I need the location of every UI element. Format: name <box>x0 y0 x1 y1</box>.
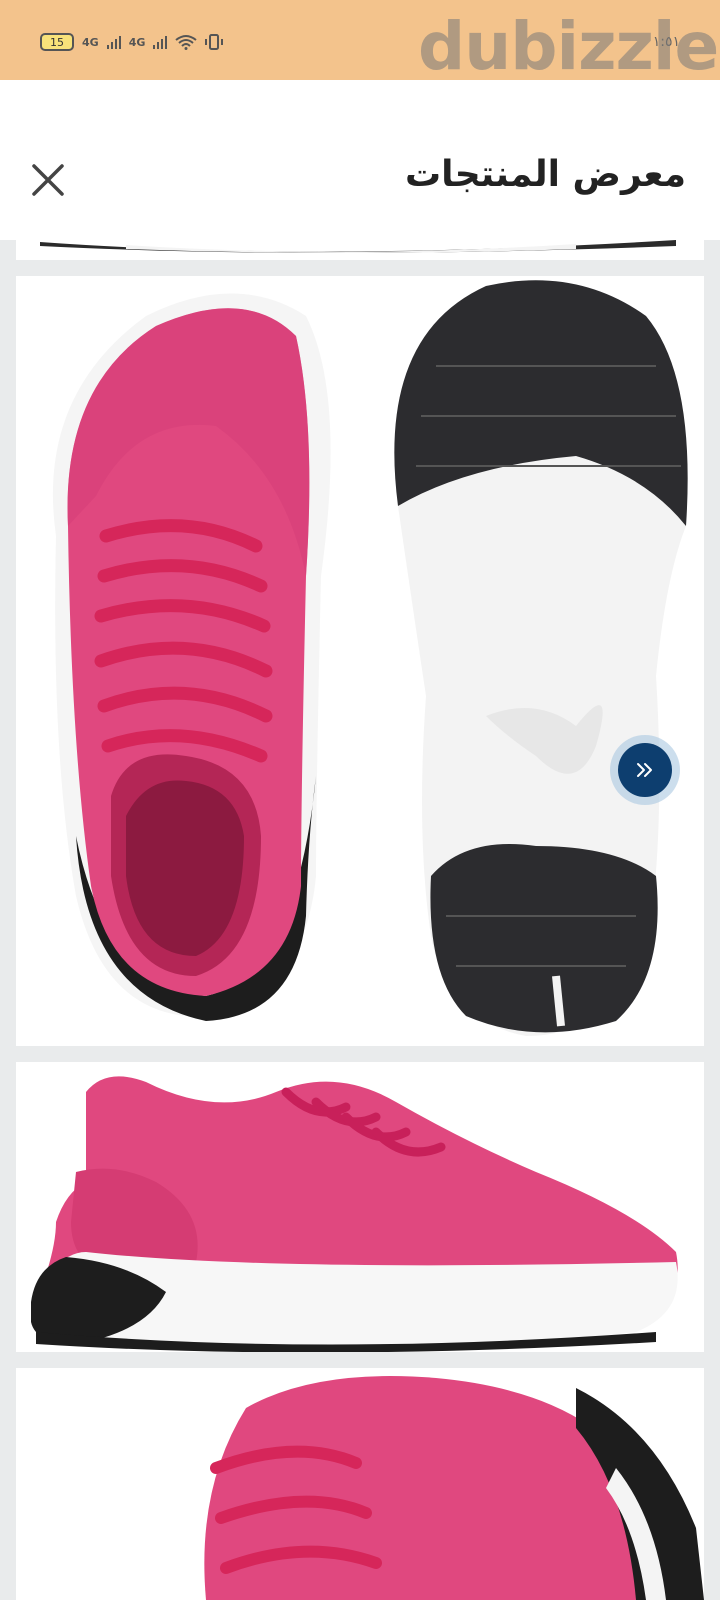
vibrate-icon <box>205 34 224 50</box>
shoe-top-and-sole-image <box>52 280 688 1036</box>
battery-icon: 15 <box>40 33 74 51</box>
gallery-image-1[interactable] <box>16 240 704 260</box>
battery-level: 15 <box>50 35 64 49</box>
product-gallery[interactable] <box>0 240 720 1600</box>
shoe-bottom-edge-image <box>40 240 676 253</box>
next-image-button[interactable] <box>610 735 680 805</box>
network-label-2: 4G <box>128 35 146 49</box>
network-label-1: 4G <box>82 35 99 49</box>
close-icon <box>32 164 64 196</box>
dubizzle-watermark: dubizzle <box>418 8 719 85</box>
gallery-image-4[interactable] <box>16 1368 704 1600</box>
signal-icon <box>106 36 121 49</box>
signal-icon-2 <box>153 36 168 49</box>
shoe-heel-closeup-image <box>204 1376 704 1600</box>
gallery-image-2[interactable] <box>16 276 704 1046</box>
gallery-image-3[interactable] <box>16 1062 704 1352</box>
wifi-icon <box>175 35 197 50</box>
page-title: معرض المنتجات <box>405 154 686 195</box>
shoe-side-view-image <box>31 1076 678 1352</box>
close-button[interactable] <box>28 160 68 200</box>
status-icons-left: 15 4G 4G <box>40 33 224 51</box>
double-chevron-right-icon <box>637 763 652 777</box>
next-button-inner <box>618 743 672 797</box>
